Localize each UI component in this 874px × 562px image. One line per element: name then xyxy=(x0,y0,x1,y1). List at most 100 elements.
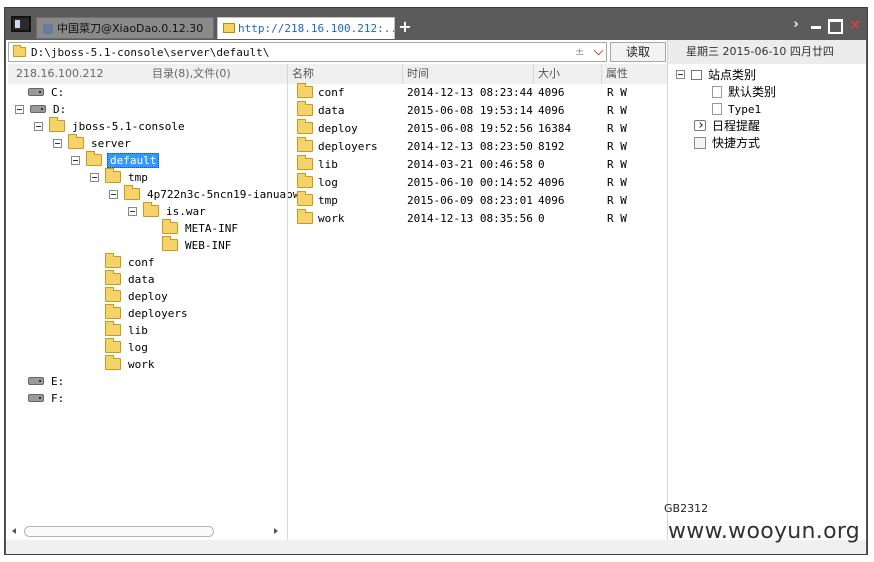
tree-item-default-category[interactable]: 默认类别 xyxy=(712,84,776,101)
collapse-icon[interactable] xyxy=(34,121,43,131)
server-ip: 218.16.100.212 xyxy=(16,67,104,80)
folder-icon xyxy=(68,134,84,149)
tree-item-site-category[interactable]: 站点类别 xyxy=(676,67,756,84)
read-button[interactable]: 读取 xyxy=(610,42,666,62)
date-display: 星期三 2015-06-10 四月廿四 xyxy=(668,40,866,64)
main-content: D:\jboss-5.1-console\server\default\ ± 读… xyxy=(6,40,866,554)
folder-icon xyxy=(49,117,65,132)
tree-node-deploy[interactable]: deploy xyxy=(105,287,170,305)
tree-node-web-inf[interactable]: WEB-INF xyxy=(162,236,233,254)
folder-icon xyxy=(105,168,121,183)
tree-node-lib[interactable]: lib xyxy=(105,321,150,339)
folder-icon xyxy=(297,119,313,134)
arrow-right-icon[interactable] xyxy=(274,528,278,534)
tree-node-meta-inf[interactable]: META-INF xyxy=(162,219,240,237)
arrow-left-icon[interactable] xyxy=(12,528,16,534)
file-list-header: 名称 时间 大小 属性 xyxy=(288,64,667,84)
collapse-icon[interactable] xyxy=(109,189,118,199)
folder-icon xyxy=(162,219,178,234)
table-row[interactable]: log 2015-06-10 00:14:52 4096 R W xyxy=(288,173,667,192)
folder-icon xyxy=(86,151,102,166)
shortcut-icon xyxy=(694,136,706,149)
column-name[interactable]: 名称 xyxy=(288,64,403,84)
tree-node-conf[interactable]: conf xyxy=(105,253,157,271)
plus-minus-icon[interactable]: ± xyxy=(575,45,584,58)
folder-icon xyxy=(143,202,159,217)
tree-node-is-war[interactable]: is.war xyxy=(128,202,208,220)
close-button[interactable]: ✕ xyxy=(848,17,862,33)
drive-icon xyxy=(28,377,44,385)
tab-site-label: http://218.16.100.212:... xyxy=(238,22,395,35)
column-attr[interactable]: 属性 xyxy=(602,64,667,84)
tab-site[interactable]: http://218.16.100.212:... xyxy=(217,17,395,39)
chevron-right-icon[interactable]: › xyxy=(789,17,803,33)
table-row[interactable]: tmp 2015-06-09 08:23:01 4096 R W xyxy=(288,191,667,210)
reminder-icon xyxy=(694,120,706,131)
folder-icon xyxy=(223,23,235,33)
scrollbar-thumb[interactable] xyxy=(24,526,214,537)
tree-node-tmp[interactable]: tmp xyxy=(90,168,150,186)
encoding-label: GB2312 xyxy=(664,502,709,515)
tree-item-shortcuts[interactable]: 快捷方式 xyxy=(694,135,760,152)
address-input[interactable]: D:\jboss-5.1-console\server\default\ xyxy=(31,46,269,59)
tree-node-deploy-hash[interactable]: 4p722n3c-5ncn19-ianuaowu xyxy=(109,185,308,203)
page-icon xyxy=(712,85,722,98)
folder-icon xyxy=(13,45,26,57)
table-row[interactable]: data 2015-06-08 19:53:14 4096 R W xyxy=(288,101,667,120)
new-tab-button[interactable]: + xyxy=(398,17,412,37)
tree-node-f[interactable]: F: xyxy=(28,390,66,407)
category-icon xyxy=(691,69,702,80)
tree-node-deployers[interactable]: deployers xyxy=(105,304,190,322)
address-bar[interactable]: D:\jboss-5.1-console\server\default\ ± xyxy=(8,42,607,62)
folder-icon xyxy=(297,137,313,152)
maximize-button[interactable] xyxy=(827,17,843,34)
directory-count: 目录(8),文件(0) xyxy=(152,67,231,80)
collapse-icon[interactable] xyxy=(71,155,80,165)
table-row[interactable]: conf 2014-12-13 08:23:44 4096 R W xyxy=(288,83,667,102)
column-size[interactable]: 大小 xyxy=(534,64,602,84)
tree-node-d[interactable]: D: xyxy=(15,101,68,118)
folder-icon xyxy=(105,321,121,336)
collapse-icon[interactable] xyxy=(128,206,137,216)
tree-node-e[interactable]: E: xyxy=(28,373,66,390)
tree-node-jboss[interactable]: jboss-5.1-console xyxy=(34,117,187,135)
table-row[interactable]: lib 2014-03-21 00:46:58 0 R W xyxy=(288,155,667,174)
tree-node-server[interactable]: server xyxy=(53,134,133,152)
tree-node-log[interactable]: log xyxy=(105,338,150,356)
tree-node-data[interactable]: data xyxy=(105,270,157,288)
minimize-button[interactable] xyxy=(809,17,823,33)
collapse-icon[interactable] xyxy=(53,138,62,148)
chevron-down-icon[interactable] xyxy=(593,44,605,60)
collapse-icon[interactable] xyxy=(90,172,99,182)
drive-icon xyxy=(28,394,44,402)
table-row[interactable]: deploy 2015-06-08 19:52:56 16384 R W xyxy=(288,119,667,138)
folder-icon xyxy=(105,304,121,319)
tab-bar: 中国菜刀@XiaoDao.0.12.30 http://218.16.100.2… xyxy=(5,8,867,40)
left-panel-header: 218.16.100.212 目录(8),文件(0) xyxy=(8,64,287,84)
horizontal-scrollbar[interactable] xyxy=(8,524,287,540)
folder-icon xyxy=(105,287,121,302)
tree-item-reminders[interactable]: 日程提醒 xyxy=(694,118,760,135)
table-row[interactable]: deployers 2014-12-13 08:23:50 8192 R W xyxy=(288,137,667,156)
folder-icon xyxy=(124,185,140,200)
tree-node-default[interactable]: default xyxy=(71,151,160,169)
folder-icon xyxy=(297,173,313,188)
folder-icon xyxy=(297,191,313,206)
folder-icon xyxy=(162,236,178,251)
window-menu-icon[interactable] xyxy=(11,16,31,32)
file-list: conf 2014-12-13 08:23:44 4096 R W data 2015-… xyxy=(288,83,667,540)
collapse-icon[interactable] xyxy=(15,104,24,114)
collapse-icon[interactable] xyxy=(676,70,685,79)
folder-icon xyxy=(297,155,313,170)
folder-icon xyxy=(105,270,121,285)
tree-node-c[interactable]: C: xyxy=(28,84,66,101)
page-icon xyxy=(712,102,722,115)
tree-node-work[interactable]: work xyxy=(105,355,157,373)
tree-item-type1[interactable]: Type1 xyxy=(712,101,761,118)
folder-icon xyxy=(105,338,121,353)
column-time[interactable]: 时间 xyxy=(403,64,534,84)
table-row[interactable]: work 2014-12-13 08:35:56 0 R W xyxy=(288,209,667,228)
drive-icon xyxy=(28,88,44,96)
folder-icon xyxy=(297,101,313,116)
tab-home[interactable]: 中国菜刀@XiaoDao.0.12.30 xyxy=(36,17,214,39)
